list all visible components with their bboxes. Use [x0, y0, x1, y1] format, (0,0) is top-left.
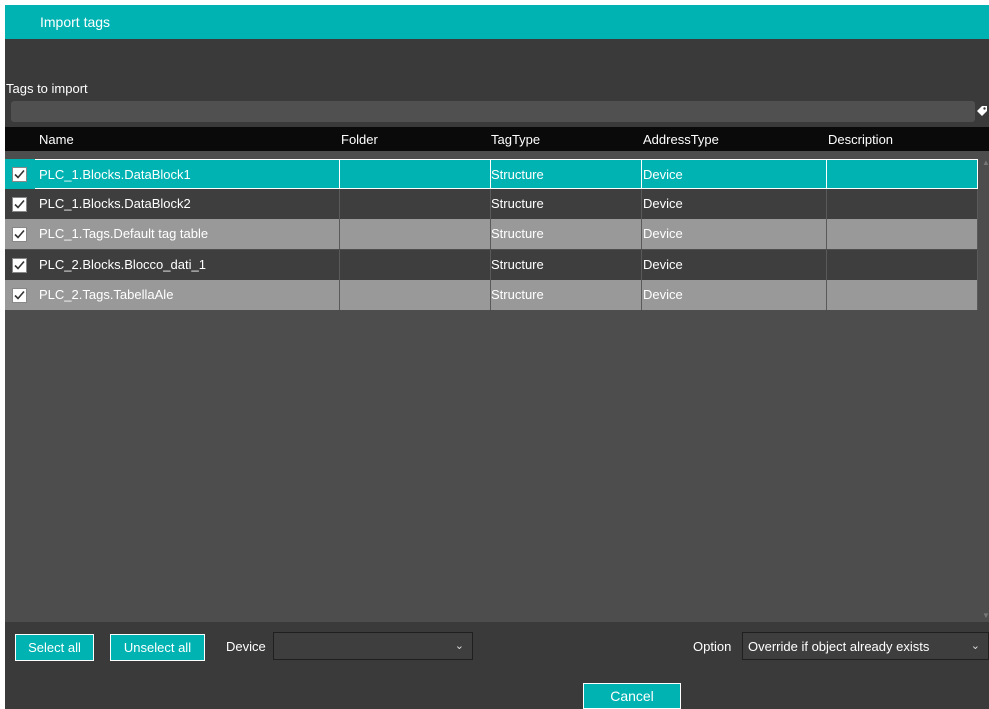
- option-value: Override if object already exists: [748, 639, 930, 654]
- row-name: PLC_1.Blocks.DataBlock1: [39, 167, 191, 182]
- row-name: PLC_2.Blocks.Blocco_dati_1: [39, 257, 206, 272]
- column-header-tagtype[interactable]: TagType: [491, 132, 540, 147]
- row-checkbox[interactable]: [12, 197, 27, 212]
- row-addresstype: Device: [643, 287, 683, 302]
- row-addresstype: Device: [643, 167, 683, 182]
- cell-tagtype: Structure: [491, 280, 642, 310]
- cell-name: PLC_1.Blocks.DataBlock2: [35, 189, 340, 219]
- chevron-down-icon: ⌄: [454, 640, 464, 652]
- cell-name: PLC_2.Blocks.Blocco_dati_1: [35, 250, 340, 280]
- cell-addresstype: Device: [642, 159, 827, 189]
- cancel-button[interactable]: Cancel: [583, 683, 681, 709]
- row-checkbox[interactable]: [12, 258, 27, 273]
- title-bar: Import tags: [5, 5, 989, 39]
- cell-name: PLC_1.Blocks.DataBlock1: [35, 159, 340, 189]
- row-checkbox[interactable]: [12, 167, 27, 182]
- cell-tagtype: Structure: [491, 159, 642, 189]
- cell-description: [827, 219, 978, 249]
- cell-name: PLC_1.Tags.Default tag table: [35, 219, 340, 249]
- row-tagtype: Structure: [491, 196, 544, 211]
- tags-to-import-label: Tags to import: [6, 81, 88, 96]
- tag-icon[interactable]: [975, 104, 989, 118]
- grid-scrollbar[interactable]: [978, 151, 989, 622]
- cell-tagtype: Structure: [491, 250, 642, 280]
- select-all-button[interactable]: Select all: [15, 634, 94, 661]
- row-tagtype: Structure: [491, 226, 544, 241]
- row-checkbox[interactable]: [12, 288, 27, 303]
- row-tagtype: Structure: [491, 167, 544, 182]
- cell-name: PLC_2.Tags.TabellaAle: [35, 280, 340, 310]
- option-label: Option: [693, 639, 732, 654]
- chevron-down-icon: ⌄: [970, 640, 980, 652]
- cell-folder: [340, 219, 491, 249]
- cell-tagtype: Structure: [491, 189, 642, 219]
- unselect-all-button[interactable]: Unselect all: [110, 634, 205, 661]
- column-header-folder[interactable]: Folder: [341, 132, 378, 147]
- cell-folder: [340, 280, 491, 310]
- scroll-down-icon[interactable]: ▼: [982, 611, 989, 620]
- row-name: PLC_1.Tags.Default tag table: [39, 226, 209, 241]
- cell-folder: [340, 189, 491, 219]
- cell-addresstype: Device: [642, 189, 827, 219]
- device-label: Device: [226, 639, 266, 654]
- table-row[interactable]: PLC_1.Blocks.DataBlock1 Structure Device: [5, 159, 978, 189]
- cell-folder: [340, 159, 491, 189]
- cell-folder: [340, 250, 491, 280]
- row-name: PLC_1.Blocks.DataBlock2: [39, 196, 191, 211]
- row-name: PLC_2.Tags.TabellaAle: [39, 287, 174, 302]
- row-addresstype: Device: [643, 196, 683, 211]
- column-header-addresstype[interactable]: AddressType: [643, 132, 719, 147]
- option-select[interactable]: Override if object already exists ⌄: [742, 632, 989, 660]
- cell-description: [827, 189, 978, 219]
- cell-addresstype: Device: [642, 250, 827, 280]
- grid-header: Name Folder TagType AddressType Descript…: [5, 127, 989, 151]
- scroll-up-icon[interactable]: ▲: [982, 158, 989, 167]
- row-addresstype: Device: [643, 226, 683, 241]
- cell-description: [827, 280, 978, 310]
- row-addresstype: Device: [643, 257, 683, 272]
- column-header-description[interactable]: Description: [828, 132, 893, 147]
- cell-description: [827, 159, 978, 189]
- dialog-title: Import tags: [40, 14, 111, 30]
- table-row[interactable]: PLC_1.Tags.Default tag table Structure D…: [5, 219, 978, 249]
- cell-description: [827, 250, 978, 280]
- row-checkbox[interactable]: [12, 227, 27, 242]
- cell-addresstype: Device: [642, 219, 827, 249]
- tag-filter-bar[interactable]: [11, 101, 975, 122]
- row-tagtype: Structure: [491, 287, 544, 302]
- import-tags-dialog: Import tags Tags to import Name Folder T…: [5, 5, 989, 709]
- cell-addresstype: Device: [642, 280, 827, 310]
- cell-tagtype: Structure: [491, 219, 642, 249]
- table-row[interactable]: PLC_2.Blocks.Blocco_dati_1 Structure Dev…: [5, 250, 978, 280]
- row-tagtype: Structure: [491, 257, 544, 272]
- tags-grid: Name Folder TagType AddressType Descript…: [5, 127, 989, 622]
- table-row[interactable]: PLC_1.Blocks.DataBlock2 Structure Device: [5, 189, 978, 219]
- device-select[interactable]: ⌄: [273, 632, 473, 660]
- column-header-name[interactable]: Name: [39, 132, 74, 147]
- table-row[interactable]: PLC_2.Tags.TabellaAle Structure Device: [5, 280, 978, 310]
